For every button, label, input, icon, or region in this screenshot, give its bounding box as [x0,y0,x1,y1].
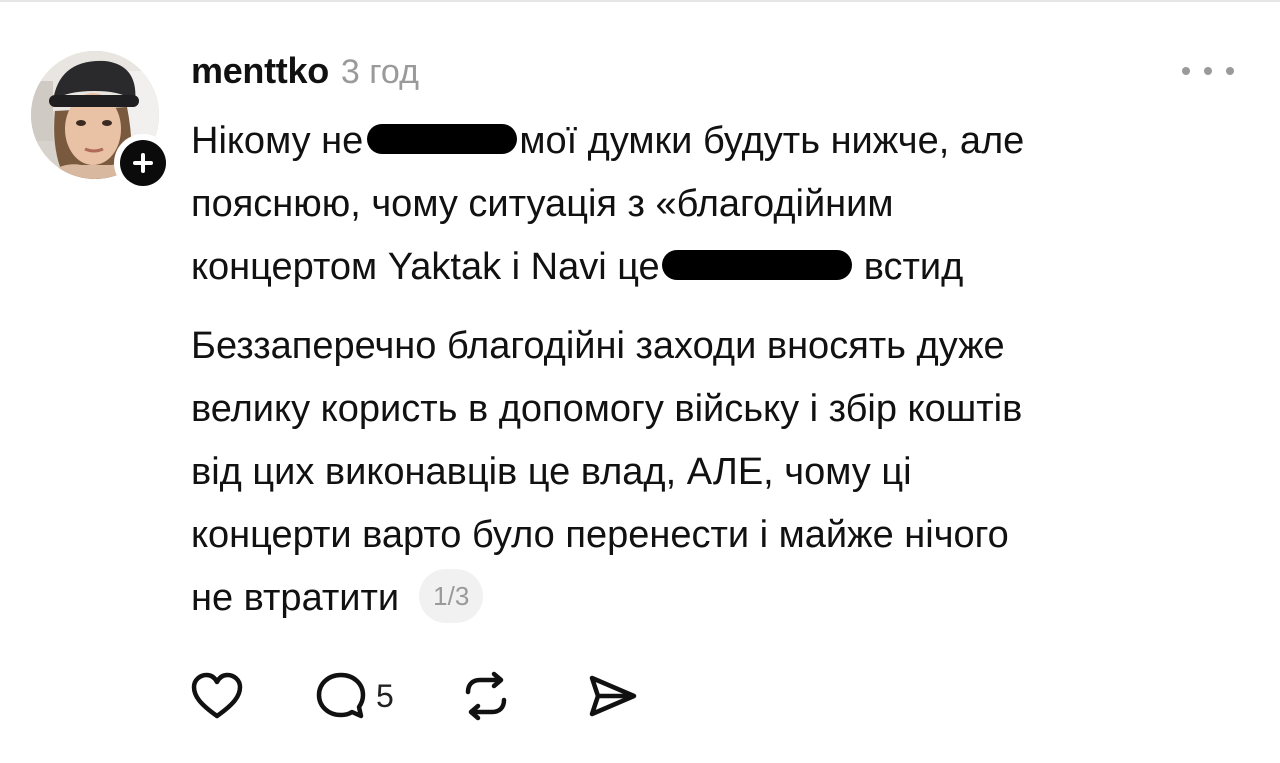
paragraph-1: Нікому не мої думки будуть нижче, але поя… [191,110,1251,299]
text-line: не втратити 1/3 [191,567,1251,630]
comment-count: 5 [376,677,394,714]
text-line: від цих виконавців це влад, АЛЕ, чому ці [191,451,912,493]
heart-icon [191,672,243,719]
redaction-mark [367,123,518,154]
follow-button[interactable] [114,134,172,192]
share-button[interactable] [586,672,640,720]
timestamp: 3 год [340,53,419,91]
comment-button[interactable]: 5 [314,670,394,722]
action-bar: 5 [190,668,640,724]
paragraph-2: Беззаперечно благодійні заходи вносять д… [191,315,1251,630]
text-line: концерти варто було перенести і майже ні… [191,514,1009,556]
text-fragment: не втратити [191,577,400,619]
ellipsis-icon [1226,67,1234,75]
ellipsis-icon [1182,67,1190,75]
plus-icon [120,140,166,186]
text-fragment: встид [863,246,964,288]
text-line: пояснюю, чому ситуація з «благодійним [191,183,894,225]
text-line: велику користь в допомогу війську і збір… [191,388,1023,430]
send-paper-plane-icon [589,675,637,717]
username[interactable]: menttko [191,50,329,92]
text-line: концертом Yaktak і Navi це встид [191,236,1251,299]
thread-post: menttko 3 год Нікому не мої думки будуть … [0,0,1280,763]
redaction-mark [661,249,852,280]
post-header: menttko 3 год [191,50,419,96]
more-options-button[interactable] [1182,60,1234,82]
repost-button[interactable] [460,670,512,722]
like-button[interactable] [190,671,244,721]
text-fragment: концертом Yaktak і Navi це [191,246,660,288]
page-indicator-badge: 1/3 [419,568,484,623]
post-body: Нікому не мої думки будуть нижче, але поя… [191,110,1251,646]
repost-arrows-icon [465,671,507,721]
text-line: Беззаперечно благодійні заходи вносять д… [191,325,1005,367]
text-fragment: мої думки будуть нижче, але [519,120,1025,162]
ellipsis-icon [1204,67,1212,75]
text-line: Нікому не мої думки будуть нижче, але [191,110,1251,173]
comment-bubble-icon [316,672,366,719]
text-fragment: Нікому не [191,120,364,162]
